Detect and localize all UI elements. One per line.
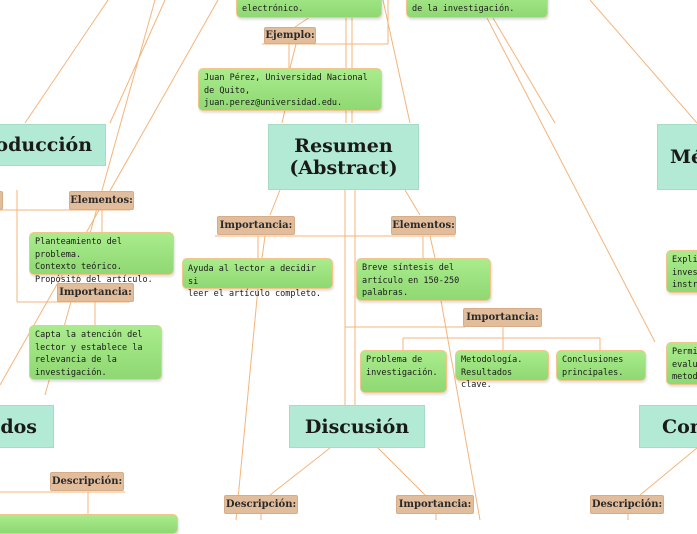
topic-discusion-title: Discusión bbox=[304, 415, 410, 438]
label-discusion-descripcion[interactable]: Descripción: bbox=[224, 495, 298, 514]
label-discusion-importancia[interactable]: Importancia: bbox=[396, 495, 474, 514]
note-ejemplo-autor[interactable]: Juan Pérez, Universidad Nacional de Quit… bbox=[198, 68, 382, 111]
topic-discusion[interactable]: Discusión bbox=[289, 405, 425, 448]
note-metodologia[interactable]: Metodología. Resultados clave. bbox=[455, 350, 549, 390]
label-resultados-descripcion[interactable]: Descripción: bbox=[50, 472, 124, 491]
label-intro-left-stub bbox=[0, 191, 3, 210]
topic-metodos[interactable]: Métodos bbox=[657, 124, 697, 190]
label-resumen-importancia[interactable]: Importancia: bbox=[217, 216, 295, 235]
note-resultados-partial[interactable] bbox=[0, 514, 178, 534]
note-metodos-explica[interactable]: Explica invest instru bbox=[666, 250, 697, 293]
note-metodos-permite[interactable]: Permit evalua metodo bbox=[666, 342, 697, 385]
note-resumen-elementos[interactable]: Breve síntesis del artículo en 150-250 p… bbox=[356, 258, 491, 301]
note-problema[interactable]: Problema de investigación. bbox=[360, 350, 447, 393]
note-intro-importancia[interactable]: Capta la atención del lector y establece… bbox=[29, 325, 162, 380]
label-resumen-elementos[interactable]: Elementos: bbox=[391, 216, 456, 235]
note-resumen-importancia[interactable]: Ayuda al lector a decidir si leer el art… bbox=[182, 258, 333, 299]
topic-resultados[interactable]: Resultados bbox=[0, 405, 54, 448]
topic-resumen[interactable]: Resumen (Abstract) bbox=[268, 124, 419, 190]
label-elementos-importancia[interactable]: Importancia: bbox=[463, 308, 542, 327]
label-conclusiones-descripcion[interactable]: Descripción: bbox=[590, 495, 664, 514]
topic-resultados-title: Resultados bbox=[0, 415, 37, 438]
topic-conclusiones-title: Conclusiones bbox=[662, 415, 697, 438]
topic-introduccion-title: Introducción bbox=[0, 134, 93, 156]
topic-conclusiones[interactable]: Conclusiones bbox=[639, 405, 697, 448]
note-conclusiones-principales[interactable]: Conclusiones principales. bbox=[556, 350, 646, 381]
note-intro-elementos[interactable]: Planteamiento del problema. Contexto teó… bbox=[29, 232, 174, 285]
note-top-left[interactable]: electrónico. bbox=[236, 0, 382, 18]
note-top-right[interactable]: de la investigación. bbox=[406, 0, 548, 18]
topic-resumen-title: Resumen (Abstract) bbox=[289, 135, 398, 179]
label-intro-elementos[interactable]: Elementos: bbox=[69, 191, 134, 210]
label-ejemplo[interactable]: Ejemplo: bbox=[264, 27, 316, 44]
topic-metodos-title: Métodos bbox=[670, 146, 697, 168]
topic-introduccion[interactable]: Introducción bbox=[0, 124, 106, 166]
